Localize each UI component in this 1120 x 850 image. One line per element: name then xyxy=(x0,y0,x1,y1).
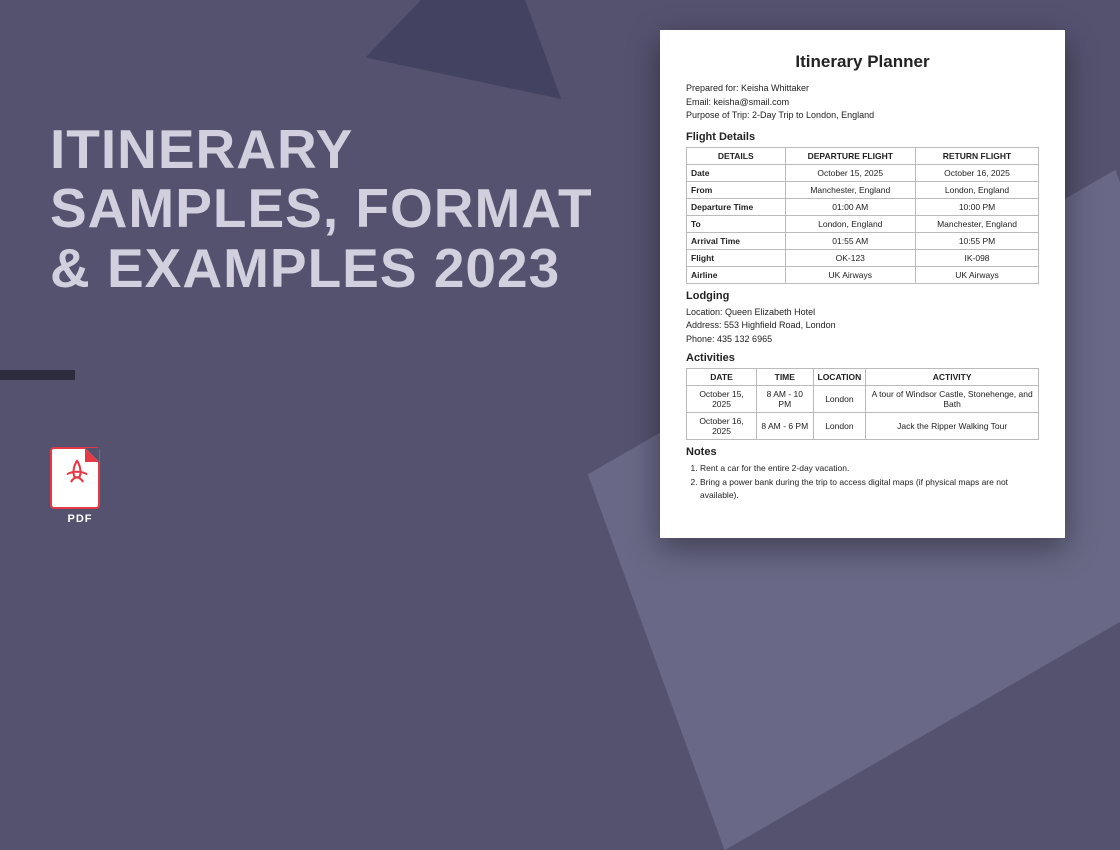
lodging-details: Location: Queen Elizabeth Hotel Address:… xyxy=(686,306,1039,347)
notes-list: Rent a car for the entire 2-day vacation… xyxy=(686,462,1039,501)
background-triangle-top xyxy=(366,0,595,99)
pdf-label: PDF xyxy=(50,513,110,525)
page-headline: ITINERARY SAMPLES, FORMAT & EXAMPLES 202… xyxy=(50,120,610,298)
meta-email: Email: keisha@smail.com xyxy=(686,96,1039,110)
flight-col-2: RETURN FLIGHT xyxy=(916,147,1039,164)
act-col-1: TIME xyxy=(757,369,813,386)
activities-table: DATE TIME LOCATION ACTIVITY October 15, … xyxy=(686,368,1039,440)
meta-prepared: Prepared for: Keisha Whittaker xyxy=(686,82,1039,96)
lodging-heading: Lodging xyxy=(686,290,1039,302)
table-row: ToLondon, EnglandManchester, England xyxy=(687,215,1039,232)
doc-title: Itinerary Planner xyxy=(686,52,1039,72)
table-row: FlightOK-123IK-098 xyxy=(687,249,1039,266)
pdf-badge: PDF xyxy=(50,447,110,525)
table-row: Departure Time01:00 AM10:00 PM xyxy=(687,198,1039,215)
table-row: DateOctober 15, 2025October 16, 2025 xyxy=(687,164,1039,181)
flight-col-0: DETAILS xyxy=(687,147,786,164)
lodging-phone: Phone: 435 132 6965 xyxy=(686,333,1039,347)
meta-purpose: Purpose of Trip: 2-Day Trip to London, E… xyxy=(686,109,1039,123)
notes-heading: Notes xyxy=(686,446,1039,458)
flight-col-1: DEPARTURE FLIGHT xyxy=(785,147,916,164)
flight-heading: Flight Details xyxy=(686,131,1039,143)
act-col-3: ACTIVITY xyxy=(866,369,1039,386)
document-preview: Itinerary Planner Prepared for: Keisha W… xyxy=(660,30,1065,538)
act-col-0: DATE xyxy=(687,369,757,386)
pdf-file-icon xyxy=(50,447,100,509)
lodging-address: Address: 553 Highfield Road, London xyxy=(686,319,1039,333)
activities-heading: Activities xyxy=(686,352,1039,364)
lodging-location: Location: Queen Elizabeth Hotel xyxy=(686,306,1039,320)
table-row: Arrival Time01:55 AM10:55 PM xyxy=(687,232,1039,249)
table-row: AirlineUK AirwaysUK Airways xyxy=(687,266,1039,283)
act-col-2: LOCATION xyxy=(813,369,866,386)
list-item: Bring a power bank during the trip to ac… xyxy=(700,476,1039,501)
table-row: October 15, 20258 AM - 10 PMLondonA tour… xyxy=(687,386,1039,413)
accent-bar xyxy=(0,370,75,380)
list-item: Rent a car for the entire 2-day vacation… xyxy=(700,462,1039,474)
flight-details-table: DETAILS DEPARTURE FLIGHT RETURN FLIGHT D… xyxy=(686,147,1039,284)
pdf-adobe-icon xyxy=(62,457,92,487)
doc-meta: Prepared for: Keisha Whittaker Email: ke… xyxy=(686,82,1039,123)
table-row: October 16, 20258 AM - 6 PMLondonJack th… xyxy=(687,413,1039,440)
table-row: FromManchester, EnglandLondon, England xyxy=(687,181,1039,198)
